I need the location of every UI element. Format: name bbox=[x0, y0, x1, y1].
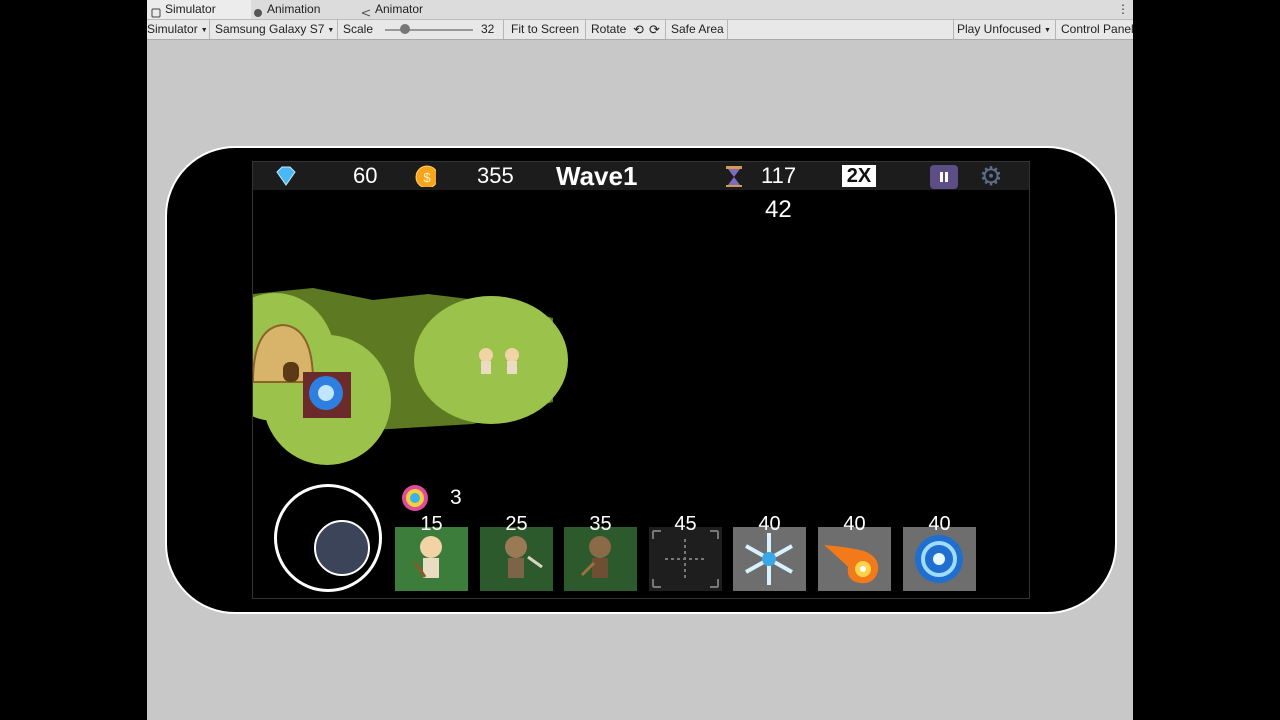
scale-label: Scale bbox=[343, 22, 374, 36]
timer-value: 117 bbox=[761, 163, 797, 188]
gem-icon bbox=[276, 166, 296, 186]
play-mode-value: Play Unfocused bbox=[957, 22, 1042, 36]
crosshair-icon bbox=[652, 530, 719, 588]
tab-label: Animation bbox=[267, 2, 321, 16]
gear-icon[interactable]: ⚙ bbox=[977, 163, 1005, 189]
vortex-icon bbox=[915, 535, 963, 583]
lollipop-spiral-icon bbox=[402, 485, 428, 511]
more-options-icon[interactable]: ⋮ bbox=[1117, 2, 1129, 16]
animator-icon bbox=[361, 5, 371, 16]
rotate-right-icon[interactable]: ⟳ bbox=[649, 20, 666, 39]
rotate-label: Rotate bbox=[591, 22, 627, 36]
rotate-left-icon[interactable]: ⟲ bbox=[633, 20, 644, 39]
mode-dropdown[interactable]: Simulator ▼ bbox=[147, 20, 210, 39]
top-hud: 60 $ 355 Wave1 117 2X ⚙ bbox=[253, 162, 1029, 190]
joystick-knob[interactable] bbox=[314, 520, 370, 576]
tab-label: Animator bbox=[375, 2, 424, 16]
tab-label: Simulator bbox=[165, 2, 216, 16]
play-mode-dropdown[interactable]: Play Unfocused ▼ bbox=[953, 20, 1055, 39]
device-value: Samsung Galaxy S7 bbox=[215, 22, 325, 36]
grass-clearing-right bbox=[414, 296, 568, 424]
editor-tab-bar: Simulator Animation Animator ⋮ bbox=[147, 0, 1133, 19]
simulator-icon bbox=[151, 5, 161, 17]
gem-count: 60 bbox=[353, 163, 378, 188]
fit-to-screen-button[interactable]: Fit to Screen bbox=[511, 20, 586, 39]
scale-value[interactable]: 32 bbox=[481, 20, 504, 39]
spell-slot-vortex[interactable]: 40 bbox=[903, 514, 976, 591]
pause-button[interactable] bbox=[930, 165, 958, 189]
tab-animation[interactable]: Animation bbox=[253, 0, 343, 19]
warrior-icon bbox=[580, 536, 611, 578]
hut-door bbox=[283, 362, 299, 382]
slot-cost: 35 bbox=[589, 513, 612, 535]
chevron-down-icon: ▼ bbox=[200, 27, 208, 34]
wave-countdown: 42 bbox=[765, 196, 792, 223]
safe-area-button[interactable]: Safe Area bbox=[671, 20, 728, 39]
archer-icon bbox=[413, 536, 442, 578]
spell-slot-fireball[interactable]: 40 bbox=[818, 514, 891, 591]
portal-core bbox=[318, 385, 334, 401]
virtual-joystick[interactable] bbox=[274, 484, 382, 592]
slot-cost: 15 bbox=[420, 513, 443, 535]
speed-toggle-button[interactable]: 2X bbox=[842, 165, 876, 187]
chevron-down-icon: ▼ bbox=[1044, 27, 1051, 34]
spiral-count: 3 bbox=[450, 486, 462, 509]
animation-icon bbox=[253, 5, 263, 17]
device-dropdown[interactable]: Samsung Galaxy S7 ▼ bbox=[215, 20, 338, 39]
archer-unit-1 bbox=[479, 348, 493, 374]
tab-simulator[interactable]: Simulator bbox=[147, 0, 251, 19]
coin-count: 355 bbox=[477, 163, 514, 188]
tab-animator[interactable]: Animator bbox=[361, 0, 451, 19]
hourglass-icon bbox=[726, 166, 742, 187]
slot-cost: 40 bbox=[758, 513, 781, 535]
archer-unit-2 bbox=[505, 348, 519, 374]
snowflake-icon bbox=[745, 533, 793, 585]
unit-slot-warrior[interactable]: 35 bbox=[564, 514, 637, 591]
unit-slot-locked[interactable]: 45 bbox=[649, 514, 722, 591]
chevron-down-icon: ▼ bbox=[327, 27, 335, 34]
simulator-toolbar: Simulator ▼ Samsung Galaxy S7 ▼ Scale 32 F… bbox=[147, 19, 1133, 40]
slot-cost: 40 bbox=[843, 513, 866, 535]
control-panel-button[interactable]: Control Panel bbox=[1055, 20, 1133, 39]
spell-slot-freeze[interactable]: 40 bbox=[733, 514, 806, 591]
unit-slot-archer-dark[interactable]: 25 bbox=[480, 514, 553, 591]
slot-cost: 25 bbox=[505, 513, 528, 535]
svg-text:$: $ bbox=[423, 170, 431, 185]
coin-icon: $ bbox=[415, 165, 436, 187]
fireball-icon bbox=[824, 545, 879, 584]
unit-slot-archer[interactable]: 15 bbox=[395, 514, 468, 591]
slot-cost: 40 bbox=[928, 513, 951, 535]
slot-cost: 45 bbox=[674, 513, 697, 535]
game-screen[interactable]: 60 $ 355 Wave1 117 2X ⚙ 42 3 15 25 35 45… bbox=[252, 161, 1030, 599]
mode-value: Simulator bbox=[147, 22, 198, 36]
scale-slider-handle[interactable] bbox=[400, 24, 410, 34]
hooded-archer-icon bbox=[505, 536, 543, 578]
scale-slider-track[interactable] bbox=[385, 29, 473, 31]
wave-label: Wave1 bbox=[556, 161, 638, 191]
